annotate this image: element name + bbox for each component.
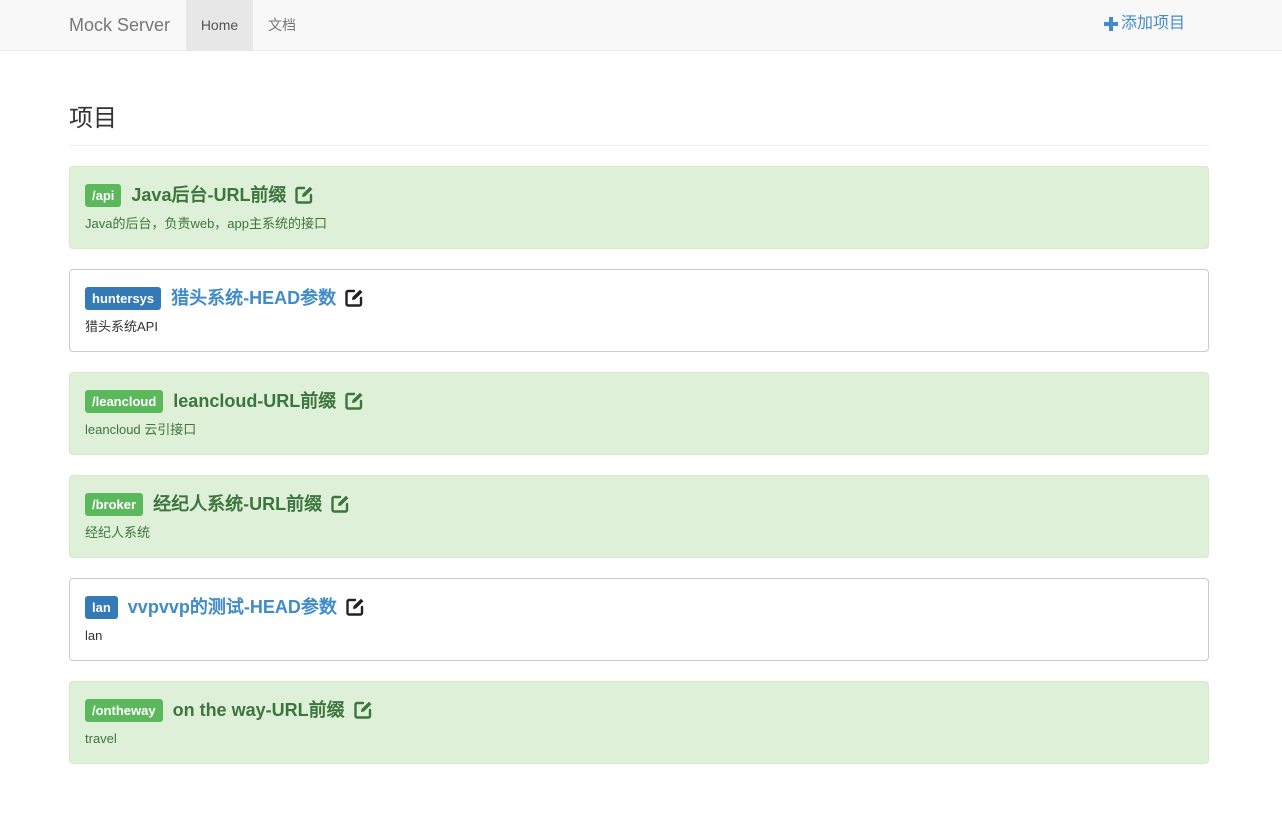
project-tag: /ontheway [85,698,163,722]
project-tag: lan [85,595,118,619]
project-title-link[interactable]: Java后台-URL前缀 [131,183,286,207]
project-title-link[interactable]: 猎头系统-HEAD参数 [171,286,336,310]
project-panel-broker: /broker 经纪人系统-URL前缀 经纪人系统 [69,475,1209,558]
project-title-link[interactable]: leancloud-URL前缀 [173,389,336,413]
project-title-link[interactable]: vvpvvp的测试-HEAD参数 [128,595,337,619]
edit-icon[interactable] [344,288,364,308]
project-tag: /broker [85,492,144,516]
project-title-link[interactable]: 经纪人系统-URL前缀 [153,492,322,516]
edit-icon[interactable] [330,494,350,514]
edit-icon[interactable] [345,597,365,617]
project-panel-ontheway: /ontheway on the way-URL前缀 travel [69,681,1209,764]
project-heading: /api Java后台-URL前缀 [85,181,314,209]
project-description: leancloud 云引接口 [85,422,197,437]
plus-icon [1103,16,1119,32]
project-panel-lan: lan vvpvvp的测试-HEAD参数 lan [69,578,1209,661]
project-panel-api: /api Java后台-URL前缀 Java的后台，负责web，app主系统的接… [69,166,1209,249]
project-description: travel [85,731,117,746]
add-project-button[interactable]: 添加项目 [1103,0,1185,48]
project-heading: /broker 经纪人系统-URL前缀 [85,490,350,518]
project-heading: huntersys 猎头系统-HEAD参数 [85,284,364,312]
nav-home[interactable]: Home [186,0,253,50]
project-description: lan [85,628,103,643]
project-tag: /leancloud [85,389,164,413]
edit-icon[interactable] [353,700,373,720]
nav-docs[interactable]: 文档 [253,0,311,50]
page-header: 项目 [69,82,1209,146]
project-tag: /api [85,183,122,207]
project-description: Java的后台，负责web，app主系统的接口 [85,216,327,231]
project-description: 经纪人系统 [85,525,151,540]
project-panel-leancloud: /leancloud leancloud-URL前缀 leancloud 云引接… [69,372,1209,455]
edit-icon[interactable] [344,391,364,411]
project-description: 猎头系统API [85,319,158,334]
project-heading: /ontheway on the way-URL前缀 [85,696,373,724]
project-heading: /leancloud leancloud-URL前缀 [85,387,364,415]
page-title: 项目 [69,105,117,132]
project-heading: lan vvpvvp的测试-HEAD参数 [85,593,365,621]
navbar: Mock Server Home 文档 添加项目 [0,0,1282,51]
project-tag: huntersys [85,286,162,310]
brand-link[interactable]: Mock Server [69,0,170,50]
project-title-link[interactable]: on the way-URL前缀 [173,698,345,722]
add-project-label: 添加项目 [1121,15,1186,32]
project-panel-huntersys: huntersys 猎头系统-HEAD参数 猎头系统API [69,269,1209,352]
edit-icon[interactable] [294,185,314,205]
